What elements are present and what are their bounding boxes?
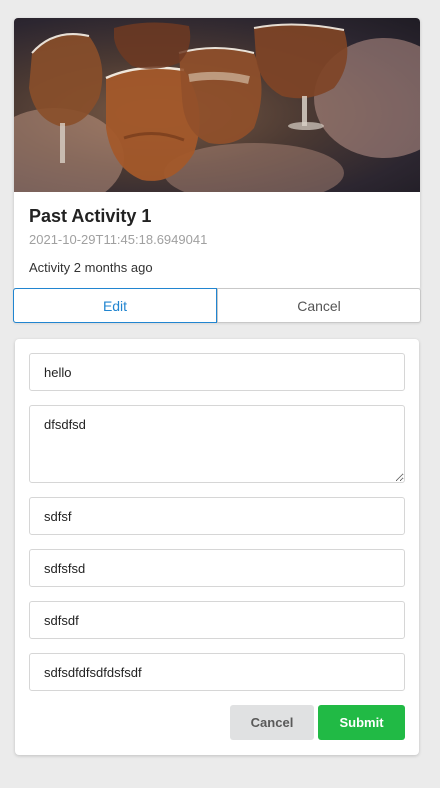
edit-button[interactable]: Edit [13,288,217,323]
activity-card: Past Activity 1 2021-10-29T11:45:18.6949… [14,18,420,291]
title-input[interactable] [29,353,405,391]
edit-cancel-toggle: Edit Cancel [13,288,421,323]
category-input[interactable] [29,497,405,535]
date-input[interactable] [29,549,405,587]
form-actions: Cancel Submit [230,705,405,740]
activity-image [14,18,420,192]
description-textarea[interactable]: dfsdfsd [29,405,405,483]
beer-glasses-illustration [14,22,420,192]
cancel-toggle-button[interactable]: Cancel [217,289,420,322]
form-cancel-button[interactable]: Cancel [230,705,314,740]
activity-description: Activity 2 months ago [29,260,153,275]
edit-form: dfsdfsd Cancel Submit [15,339,419,755]
submit-button[interactable]: Submit [318,705,405,740]
venue-input[interactable] [29,653,405,691]
city-input[interactable] [29,601,405,639]
activity-timestamp: 2021-10-29T11:45:18.6949041 [29,232,208,247]
activity-title: Past Activity 1 [29,206,152,226]
